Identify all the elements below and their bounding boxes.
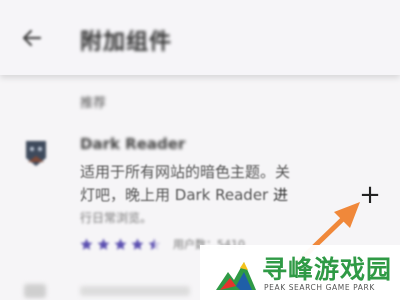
dark-reader-icon: [26, 141, 46, 166]
next-list-item: [0, 282, 200, 300]
star-icon: [114, 238, 127, 250]
star-half-icon: [148, 238, 161, 250]
section-header-recommended: 推荐: [80, 96, 107, 111]
add-addon-button[interactable]: +: [358, 180, 382, 210]
page-title: 附加组件: [80, 30, 173, 55]
watermark: 寻峰游戏园 PEAK SEARCH GAME PARK: [200, 245, 400, 300]
plus-icon: +: [359, 180, 381, 210]
back-button[interactable]: [16, 22, 48, 54]
addon-description-line-1: 适用于所有网站的暗色主题。关: [80, 163, 291, 181]
star-icon: [131, 238, 144, 250]
mountain-logo-icon: [216, 262, 256, 290]
addon-description-line-2-end: 进: [273, 186, 289, 204]
addon-card-dark-reader[interactable]: Dark Reader 适用于所有网站的暗色主题。关 灯吧，晚上用 Dark R…: [0, 115, 400, 265]
addon-name: Dark Reader: [80, 135, 186, 153]
star-icon: [97, 238, 110, 250]
watermark-title: 寻峰游戏园: [262, 255, 393, 284]
next-item-icon: [24, 284, 46, 298]
star-icon: [80, 238, 93, 250]
watermark-subtitle: PEAK SEARCH GAME PARK: [264, 283, 375, 292]
next-item-placeholder: [80, 286, 190, 296]
addon-description-line-3: 行日常浏览。: [80, 211, 153, 225]
addon-description-line-2: 灯吧，晚上用 Dark Reader 进: [80, 184, 350, 207]
arrow-back-icon: [22, 29, 42, 47]
app-bar: 附加组件: [0, 0, 400, 75]
addon-description-line-2-prefix: 灯吧，晚上用 Dark Reader: [80, 186, 273, 204]
addon-description: 适用于所有网站的暗色主题。关 灯吧，晚上用 Dark Reader 进 行日常浏…: [80, 161, 350, 230]
